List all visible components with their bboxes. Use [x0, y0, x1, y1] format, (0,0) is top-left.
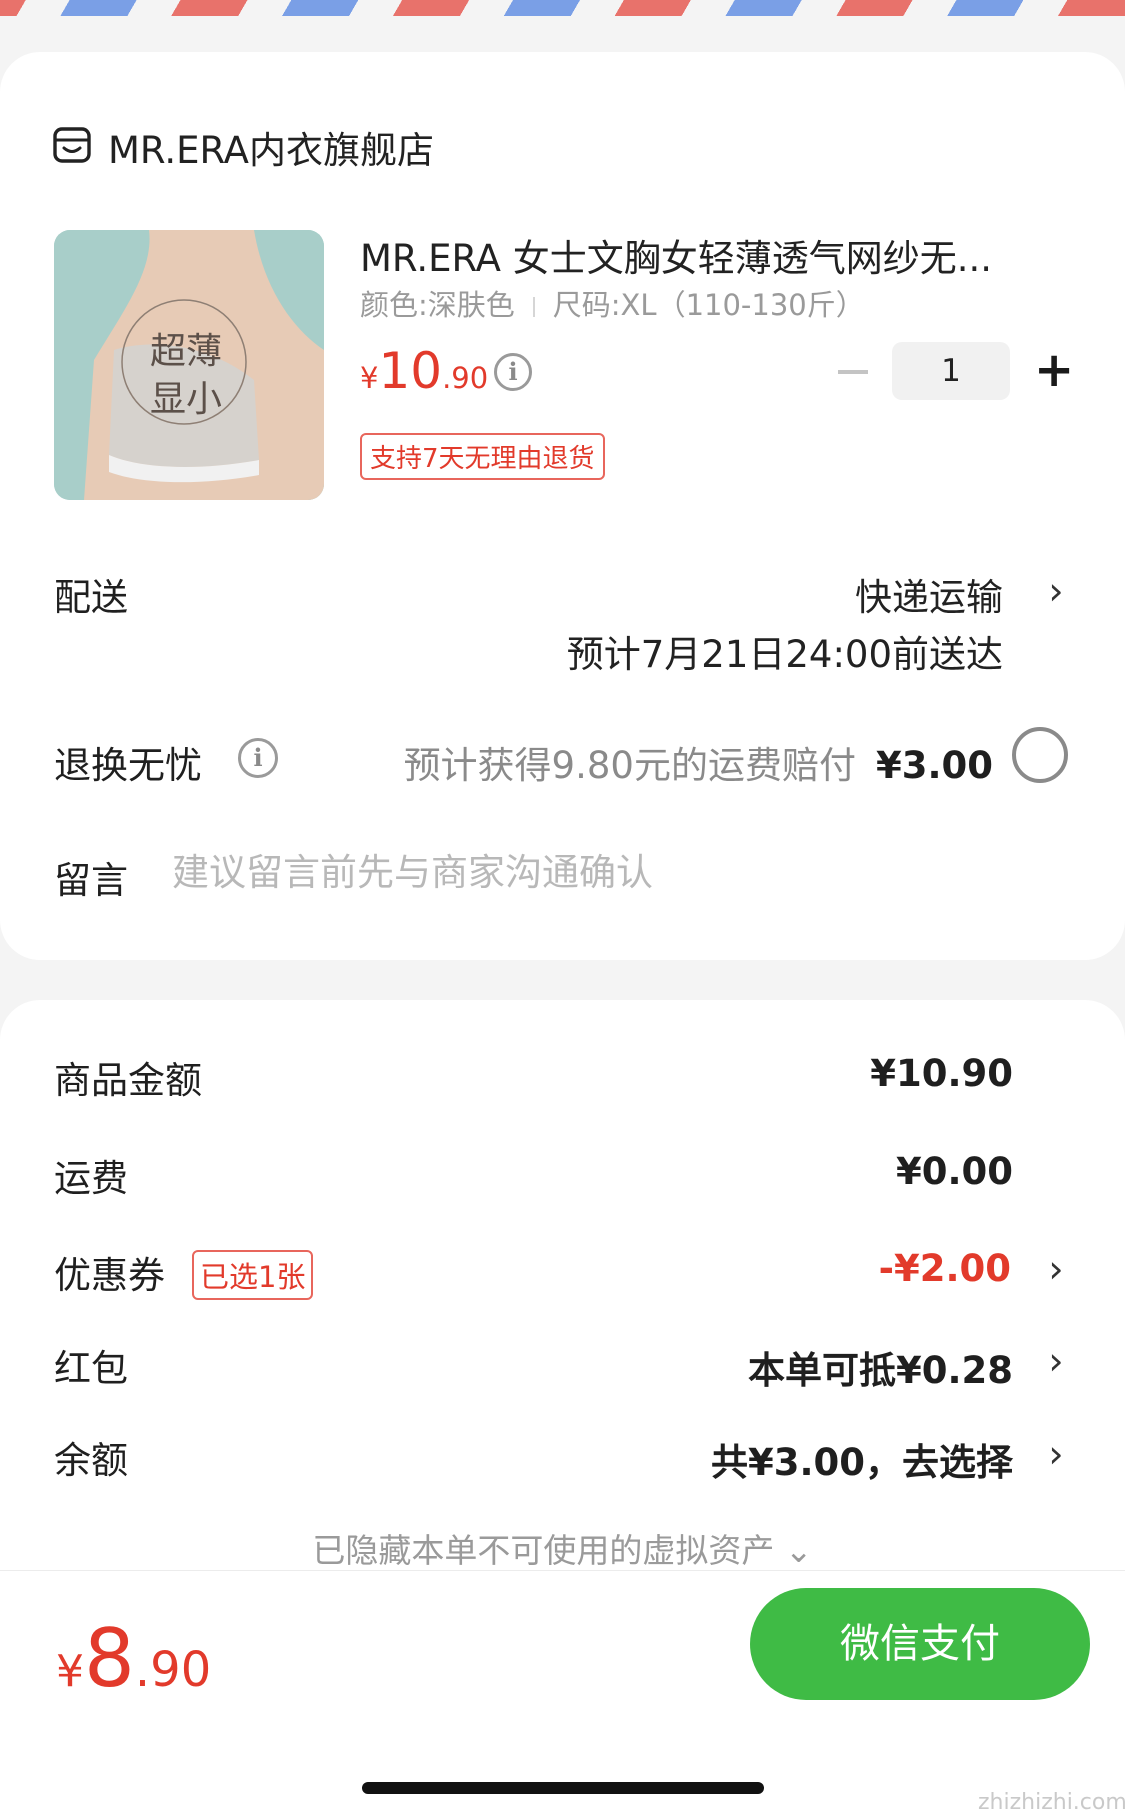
color-spec: 颜色:深肤色	[360, 288, 515, 322]
spec-divider	[532, 297, 535, 317]
shipping-fee-value: ¥0.00	[895, 1150, 1013, 1193]
balance-label: 余额	[54, 1439, 128, 1482]
chevron-right-icon[interactable]: ›	[1046, 1435, 1066, 1473]
delivery-eta: 预计7月21日24:00前送达	[566, 633, 1003, 676]
airmail-stripe	[0, 0, 1125, 16]
size-spec: 尺码:XL（110-130斤）	[552, 288, 865, 322]
wechat-pay-button[interactable]: 微信支付	[750, 1588, 1090, 1700]
image-caption-1: 超薄	[150, 331, 223, 372]
chevron-right-icon[interactable]: ›	[1046, 1250, 1066, 1288]
return-service-label: 退换无忧	[54, 744, 202, 787]
price-integer: 10	[378, 342, 443, 400]
quantity-field[interactable]: 1	[892, 342, 1010, 400]
shop-name[interactable]: MR.ERA内衣旗舰店	[108, 120, 434, 174]
unit-price: ¥10.90	[360, 342, 488, 400]
red-packet-value[interactable]: 本单可抵¥0.28	[748, 1340, 1013, 1394]
delivery-label: 配送	[54, 576, 128, 619]
return-policy-badge: 支持7天无理由退货	[360, 433, 605, 480]
coupon-label: 优惠券	[54, 1254, 165, 1297]
watermark-text: zhizhizhi.com	[978, 1790, 1125, 1815]
coupon-value[interactable]: -¥2.00	[879, 1247, 1011, 1290]
return-service-radio[interactable]	[1012, 727, 1068, 783]
image-caption-2: 显小	[150, 379, 223, 420]
return-info-icon[interactable]: i	[238, 738, 278, 778]
product-title[interactable]: MR.ERA 女士文胸女轻薄透气网纱无...	[360, 228, 1040, 282]
red-packet-label: 红包	[54, 1347, 128, 1390]
balance-value[interactable]: 共¥3.00，去选择	[711, 1432, 1013, 1486]
price-currency: ¥	[360, 361, 379, 395]
coupon-selected-badge: 已选1张	[192, 1250, 314, 1300]
quantity-decrease-button[interactable]	[838, 370, 868, 374]
message-label: 留言	[54, 859, 128, 902]
hidden-assets-toggle[interactable]: 已隐藏本单不可使用的虚拟资产 ⌄	[0, 1524, 1125, 1572]
goods-amount-label: 商品金额	[54, 1059, 202, 1102]
product-image[interactable]: 超薄 显小	[54, 230, 324, 500]
delivery-method[interactable]: 快递运输	[855, 567, 1003, 621]
message-input[interactable]	[172, 846, 992, 898]
return-service-desc: 预计获得9.80元的运费赔付	[403, 744, 856, 787]
price-decimal: .90	[442, 361, 489, 395]
chevron-right-icon[interactable]: ›	[1046, 572, 1066, 610]
price-info-icon[interactable]: i	[494, 353, 532, 391]
shop-icon	[53, 127, 91, 163]
order-card	[0, 52, 1125, 960]
total-currency: ¥	[56, 1646, 84, 1697]
goods-amount-value: ¥10.90	[870, 1052, 1013, 1095]
total-integer: 8	[84, 1612, 135, 1705]
shipping-fee-label: 运费	[54, 1157, 128, 1200]
chevron-right-icon[interactable]: ›	[1046, 1342, 1066, 1380]
product-spec[interactable]: 颜色:深肤色 尺码:XL（110-130斤）	[360, 282, 865, 324]
quantity-increase-button[interactable]: +	[1034, 346, 1074, 394]
return-service-text: 预计获得9.80元的运费赔付 ¥3.00	[404, 735, 993, 789]
total-decimal: .90	[134, 1642, 212, 1698]
home-indicator[interactable]	[362, 1782, 764, 1794]
total-price: ¥8.90	[56, 1612, 211, 1705]
return-service-price: ¥3.00	[875, 744, 993, 787]
